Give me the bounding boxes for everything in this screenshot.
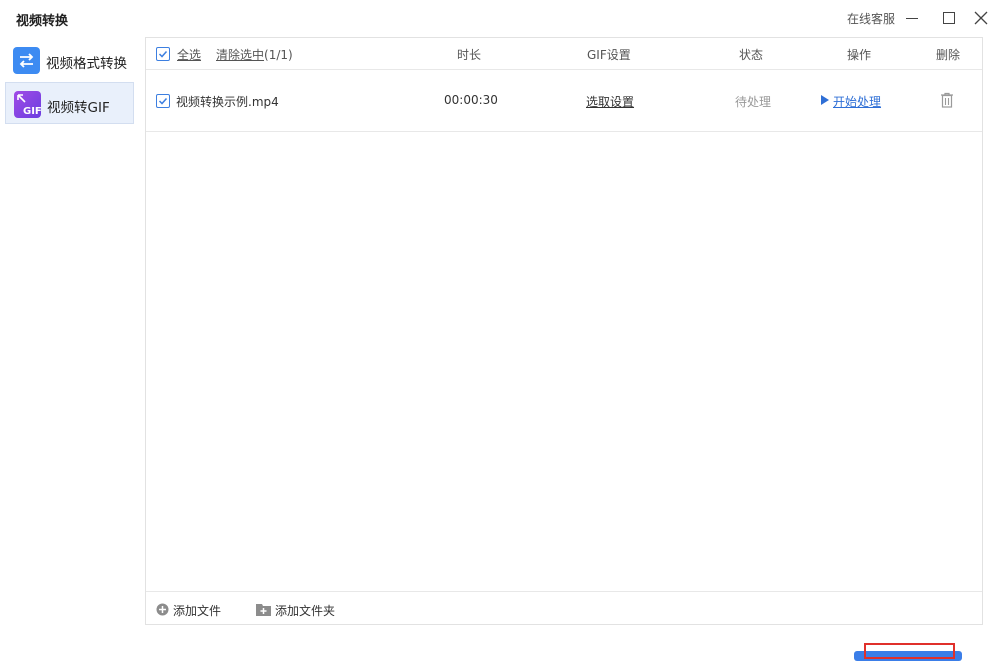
gif-settings-link[interactable]: 选取设置 [586,93,634,110]
row-checkbox[interactable] [156,94,170,108]
add-folder-button[interactable]: 添加文件夹 [275,602,335,619]
app-title: 视频转换 [16,14,69,29]
close-icon[interactable] [971,8,991,28]
panel-footer: 添加文件 添加文件夹 [146,591,982,625]
online-support-link[interactable]: 在线客服 [847,10,895,27]
file-list-panel: 全选 清除选中(1/1) 时长 GIF设置 状态 操作 删除 视频转换示例.mp… [145,37,983,625]
svg-text:GIF: GIF [23,106,41,117]
table-header: 全选 清除选中(1/1) 时长 GIF设置 状态 操作 删除 [146,38,982,70]
trash-icon[interactable] [940,92,954,111]
selection-count: (1/1) [264,48,293,62]
clear-selected-label[interactable]: 清除选中 [216,48,264,62]
convert-arrows-icon [13,47,40,74]
maximize-icon[interactable] [938,8,958,28]
add-folder-icon[interactable] [256,603,271,619]
add-file-button[interactable]: 添加文件 [173,602,221,619]
title-bar: 视频转换 在线客服 [0,0,1000,36]
add-circle-icon[interactable] [156,603,169,619]
column-header-gif-settings: GIF设置 [587,48,631,62]
file-name: 视频转换示例.mp4 [176,95,279,109]
status-text: 待处理 [735,95,772,109]
column-header-status: 状态 [739,48,764,62]
sidebar-item-video-format-convert[interactable]: 视频格式转换 [5,39,134,81]
select-all-label[interactable]: 全选 [177,46,201,63]
gif-icon: GIF [14,91,41,118]
sidebar-item-video-to-gif[interactable]: GIF 视频转GIF [5,82,134,124]
highlight-frame [864,643,955,659]
column-header-delete: 删除 [936,48,961,62]
table-row: 视频转换示例.mp4 00:00:30 选取设置 待处理 开始处理 [146,70,982,132]
file-duration: 00:00:30 [444,93,498,107]
sidebar-item-label: 视频格式转换 [46,56,127,72]
select-all-checkbox[interactable] [156,47,170,61]
start-process-link[interactable]: 开始处理 [833,93,881,110]
clear-selected[interactable]: 清除选中(1/1) [216,46,293,63]
minimize-icon[interactable] [902,8,922,28]
column-header-action: 操作 [847,48,872,62]
sidebar-item-label: 视频转GIF [47,100,110,116]
column-header-duration: 时长 [457,48,482,62]
sidebar: 视频格式转换 GIF 视频转GIF [0,36,140,655]
play-icon[interactable] [821,95,829,105]
